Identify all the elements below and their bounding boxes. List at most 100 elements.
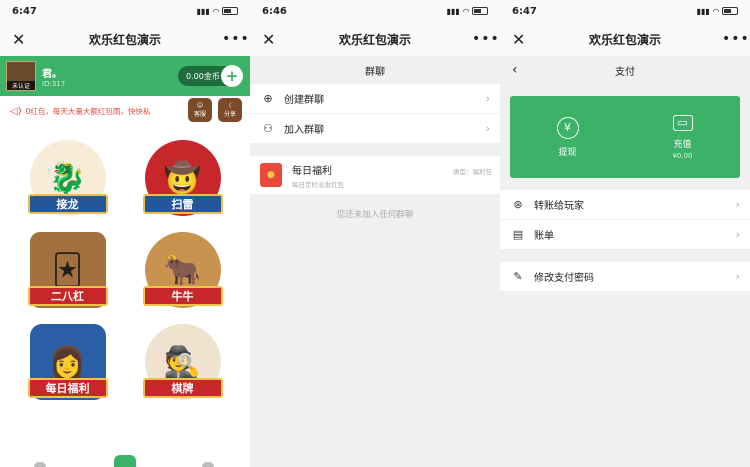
empty-message: 您还未加入任何群聊 xyxy=(336,210,414,220)
section-title: 支付 xyxy=(615,66,635,78)
more-icon[interactable]: ••• xyxy=(472,31,499,47)
chevron-right-icon: › xyxy=(735,270,740,283)
signal-icon: ▮▮▮ xyxy=(196,6,210,16)
change-password-row[interactable]: ✎ 修改支付密码 › xyxy=(500,262,750,292)
more-icon[interactable]: ••• xyxy=(222,31,249,47)
transfer-row[interactable]: ⊛ 转账给玩家 › xyxy=(500,190,750,220)
avatar-tag: 未认证 xyxy=(7,81,35,90)
create-group-label: 创建群聊 xyxy=(284,95,324,106)
game-label: 扫雷 xyxy=(142,194,223,214)
close-icon[interactable]: ✕ xyxy=(262,30,278,49)
section-title: 群聊 xyxy=(250,56,500,84)
users-icon: ⚇ xyxy=(263,122,273,135)
speaker-icon: ◁) xyxy=(10,105,22,117)
bill-row[interactable]: ▤ 账单 › xyxy=(500,220,750,250)
chevron-right-icon: › xyxy=(735,198,740,211)
customer-service-button[interactable]: ☺ 客服 xyxy=(188,98,212,122)
tab-icon[interactable] xyxy=(34,462,46,467)
yen-icon: ¥ xyxy=(556,116,579,139)
status-time: 6:46 xyxy=(262,5,287,17)
game-label: 每日福利 xyxy=(27,378,108,398)
page-title: 欢乐红包演示 xyxy=(88,32,161,47)
chevron-right-icon: › xyxy=(485,122,490,135)
nav-bar: ✕ 欢乐红包演示 ••• xyxy=(500,22,750,56)
group-desc: 每日定时派发红包 xyxy=(292,180,344,189)
game-label: 二八杠 xyxy=(27,286,108,306)
signal-icon: ▮▮▮ xyxy=(696,6,710,16)
game-daily-bonus[interactable]: 👩 每日福利 xyxy=(10,324,125,400)
chevron-right-icon: › xyxy=(735,228,740,241)
battery-icon xyxy=(722,7,738,15)
wallet-icon: ▭ xyxy=(672,114,693,131)
status-time: 6:47 xyxy=(12,5,37,17)
transfer-icon: ⊛ xyxy=(513,198,523,211)
create-group-row[interactable]: ⊕ 创建群聊 › xyxy=(250,84,500,114)
more-icon[interactable]: ••• xyxy=(722,31,749,47)
back-icon[interactable]: ‹ xyxy=(512,62,518,78)
game-label: 牛牛 xyxy=(142,286,223,306)
status-icons: ▮▮▮ ◠ xyxy=(447,7,488,16)
page-title: 欢乐红包演示 xyxy=(338,32,411,47)
join-group-label: 加入群聊 xyxy=(284,125,324,136)
bill-label: 账单 xyxy=(534,231,554,242)
status-bar: 6:47 ▮▮▮ ◠ xyxy=(500,0,750,22)
sub-nav: ‹ 支付 xyxy=(500,56,750,84)
add-coins-button[interactable]: + xyxy=(221,65,243,87)
nav-bar: ✕ 欢乐红包演示 ••• xyxy=(0,22,250,56)
game-niuniu[interactable]: 🐂 牛牛 xyxy=(125,232,240,308)
battery-icon xyxy=(472,7,488,15)
payment-panel: ¥ 提现 ▭ 充值 ¥0.00 xyxy=(510,96,740,178)
page-title: 欢乐红包演示 xyxy=(588,32,661,47)
game-saolei[interactable]: 🤠 扫雷 xyxy=(125,140,240,216)
transfer-label: 转账给玩家 xyxy=(534,201,584,212)
user-id: ID:317 xyxy=(42,79,66,88)
share-icon: ⟨ xyxy=(228,102,232,109)
wifi-icon: ◠ xyxy=(462,6,469,16)
wifi-icon: ◠ xyxy=(712,6,719,16)
battery-icon xyxy=(222,7,238,15)
plus-circle-icon: ⊕ xyxy=(263,92,273,105)
game-erbagang[interactable]: 🃏 二八杠 xyxy=(10,232,125,308)
avatar[interactable]: 未认证 xyxy=(6,61,36,91)
close-icon[interactable]: ✕ xyxy=(512,30,528,49)
phone-screen-payment: 6:47 ▮▮▮ ◠ ✕ 欢乐红包演示 ••• ‹ 支付 ¥ 提现 ▭ 充值 ¥0… xyxy=(500,0,750,467)
game-label: 棋牌 xyxy=(142,378,223,398)
status-icons: ▮▮▮ ◠ xyxy=(697,7,738,16)
balance-amount: ¥0.00 xyxy=(672,151,693,160)
notice-text: 0红包，每天大量大额红包雨，快快私 xyxy=(25,106,151,116)
notice-bar: ◁) 0红包，每天大量大额红包雨，快快私 ☺ 客服 ⟨ 分享 xyxy=(0,96,250,126)
status-bar: 6:46 ▮▮▮ ◠ xyxy=(250,0,500,22)
bottom-tab-bar xyxy=(0,455,250,467)
chevron-right-icon: › xyxy=(485,92,490,105)
share-label: 分享 xyxy=(223,111,236,118)
share-button[interactable]: ⟨ 分享 xyxy=(218,98,242,122)
join-group-row[interactable]: ⚇ 加入群聊 › xyxy=(250,114,500,144)
tab-center-icon[interactable] xyxy=(114,455,136,467)
game-label: 接龙 xyxy=(27,194,108,214)
group-name: 每日福利 xyxy=(292,165,332,177)
coin-balance[interactable]: 0.00金币 + xyxy=(178,65,243,87)
pen-icon: ✎ xyxy=(513,270,523,283)
status-bar: 6:47 ▮▮▮ ◠ xyxy=(0,0,250,22)
game-jielong[interactable]: 🐉 接龙 xyxy=(10,140,125,216)
nav-bar: ✕ 欢乐红包演示 ••• xyxy=(250,22,500,56)
withdraw-label: 提现 xyxy=(558,147,577,158)
withdraw-button[interactable]: ¥ 提现 xyxy=(510,96,625,178)
bill-icon: ▤ xyxy=(512,228,524,241)
group-type: 类型：福利包 xyxy=(453,168,492,176)
game-grid: 🐉 接龙 🤠 扫雷 🃏 二八杠 🐂 牛牛 👩 每日福利 🕵 棋牌 xyxy=(0,126,250,400)
status-icons: ▮▮▮ ◠ xyxy=(197,7,238,16)
wifi-icon: ◠ xyxy=(212,6,219,16)
service-icon: ☺ xyxy=(196,102,204,109)
user-bar: 未认证 君。 ID:317 0.00金币 + xyxy=(0,56,250,96)
customer-service-label: 客服 xyxy=(193,111,206,118)
recharge-label: 充值 xyxy=(673,139,692,150)
tab-icon[interactable] xyxy=(202,462,214,467)
game-qipai[interactable]: 🕵 棋牌 xyxy=(125,324,240,400)
recharge-button[interactable]: ▭ 充值 ¥0.00 xyxy=(625,96,740,178)
signal-icon: ▮▮▮ xyxy=(446,6,460,16)
change-password-label: 修改支付密码 xyxy=(534,273,594,284)
close-icon[interactable]: ✕ xyxy=(12,30,28,49)
user-name: 君。 xyxy=(42,68,62,80)
group-card[interactable]: ● 每日福利 每日定时派发红包 类型：福利包 xyxy=(250,156,500,194)
